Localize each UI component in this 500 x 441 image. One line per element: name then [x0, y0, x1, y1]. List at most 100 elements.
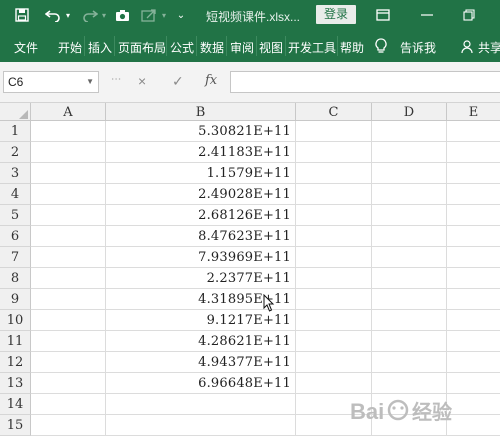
cell-a4[interactable] — [31, 184, 106, 205]
cell-e10[interactable] — [447, 310, 500, 331]
enter-icon[interactable]: ✓ — [172, 73, 184, 90]
cell-d8[interactable] — [372, 268, 447, 289]
cell-d2[interactable] — [372, 142, 447, 163]
cell-d12[interactable] — [372, 352, 447, 373]
cell-a14[interactable] — [31, 394, 106, 415]
cell-b14[interactable] — [106, 394, 296, 415]
cell-e3[interactable] — [447, 163, 500, 184]
tab-developer[interactable]: 开发工具 — [288, 39, 336, 56]
person-icon[interactable] — [460, 39, 474, 55]
row-header[interactable]: 8 — [0, 268, 31, 289]
cell-c12[interactable] — [296, 352, 372, 373]
cell-b15[interactable] — [106, 415, 296, 436]
cell-b4[interactable]: 2.49028E+11 — [106, 184, 296, 205]
row-header[interactable]: 13 — [0, 373, 31, 394]
tab-page-layout[interactable]: 页面布局 — [118, 39, 166, 56]
cell-c9[interactable] — [296, 289, 372, 310]
cell-b11[interactable]: 4.28621E+11 — [106, 331, 296, 352]
cell-d13[interactable] — [372, 373, 447, 394]
column-header-a[interactable]: A — [31, 103, 106, 121]
cell-d11[interactable] — [372, 331, 447, 352]
cell-a13[interactable] — [31, 373, 106, 394]
cell-b7[interactable]: 7.93969E+11 — [106, 247, 296, 268]
share-button[interactable]: 共享 — [478, 39, 500, 56]
share-icon[interactable] — [140, 7, 158, 23]
minimize-icon[interactable] — [420, 7, 434, 23]
tab-help[interactable]: 帮助 — [340, 39, 364, 56]
cell-e7[interactable] — [447, 247, 500, 268]
cell-b10[interactable]: 9.1217E+11 — [106, 310, 296, 331]
cell-c3[interactable] — [296, 163, 372, 184]
cell-c1[interactable] — [296, 121, 372, 142]
chevron-down-icon[interactable]: ▼ — [86, 72, 94, 92]
lightbulb-icon[interactable] — [374, 38, 388, 54]
row-header[interactable]: 9 — [0, 289, 31, 310]
row-header[interactable]: 3 — [0, 163, 31, 184]
cell-a15[interactable] — [31, 415, 106, 436]
undo-icon[interactable] — [44, 7, 62, 23]
row-header[interactable]: 12 — [0, 352, 31, 373]
row-header[interactable]: 14 — [0, 394, 31, 415]
cell-e12[interactable] — [447, 352, 500, 373]
row-header[interactable]: 7 — [0, 247, 31, 268]
select-all-button[interactable] — [0, 103, 31, 121]
cell-c6[interactable] — [296, 226, 372, 247]
customize-toolbar-icon[interactable]: ⌄ — [176, 7, 186, 23]
tab-review[interactable]: 审阅 — [230, 39, 254, 56]
cell-a12[interactable] — [31, 352, 106, 373]
cell-a9[interactable] — [31, 289, 106, 310]
cell-c5[interactable] — [296, 205, 372, 226]
cell-a8[interactable] — [31, 268, 106, 289]
cell-a6[interactable] — [31, 226, 106, 247]
column-header-c[interactable]: C — [296, 103, 372, 121]
save-icon[interactable] — [14, 7, 30, 23]
cell-e13[interactable] — [447, 373, 500, 394]
row-header[interactable]: 4 — [0, 184, 31, 205]
cell-a2[interactable] — [31, 142, 106, 163]
cell-b1[interactable]: 5.30821E+11 — [106, 121, 296, 142]
redo-icon[interactable] — [82, 7, 98, 23]
redo-dropdown-icon[interactable]: ▾ — [100, 7, 108, 23]
cell-d3[interactable] — [372, 163, 447, 184]
cell-e5[interactable] — [447, 205, 500, 226]
column-header-b[interactable]: B — [106, 103, 296, 121]
cell-d1[interactable] — [372, 121, 447, 142]
cell-b8[interactable]: 2.2377E+11 — [106, 268, 296, 289]
cell-e8[interactable] — [447, 268, 500, 289]
cell-c10[interactable] — [296, 310, 372, 331]
cell-d4[interactable] — [372, 184, 447, 205]
tell-me-search[interactable]: 告诉我 — [400, 39, 436, 56]
undo-dropdown-icon[interactable]: ▾ — [64, 7, 72, 23]
row-header[interactable]: 11 — [0, 331, 31, 352]
column-header-d[interactable]: D — [372, 103, 447, 121]
cell-d6[interactable] — [372, 226, 447, 247]
ribbon-display-options-icon[interactable] — [375, 7, 391, 23]
row-header[interactable]: 15 — [0, 415, 31, 436]
cell-b6[interactable]: 8.47623E+11 — [106, 226, 296, 247]
tab-view[interactable]: 视图 — [259, 39, 283, 56]
cell-c2[interactable] — [296, 142, 372, 163]
cell-c7[interactable] — [296, 247, 372, 268]
tab-file[interactable]: 文件 — [14, 39, 38, 56]
login-button[interactable]: 登录 — [316, 5, 356, 24]
cell-e9[interactable] — [447, 289, 500, 310]
restore-icon[interactable] — [462, 7, 476, 23]
cancel-icon[interactable]: × — [138, 73, 146, 89]
cell-b3[interactable]: 1.1579E+11 — [106, 163, 296, 184]
cell-a5[interactable] — [31, 205, 106, 226]
row-header[interactable]: 6 — [0, 226, 31, 247]
cell-a3[interactable] — [31, 163, 106, 184]
cell-e11[interactable] — [447, 331, 500, 352]
cell-a7[interactable] — [31, 247, 106, 268]
cell-d9[interactable] — [372, 289, 447, 310]
tab-data[interactable]: 数据 — [200, 39, 224, 56]
share-dropdown-icon[interactable]: ▾ — [160, 7, 168, 23]
cell-b5[interactable]: 2.68126E+11 — [106, 205, 296, 226]
cell-c8[interactable] — [296, 268, 372, 289]
cell-e2[interactable] — [447, 142, 500, 163]
cell-d10[interactable] — [372, 310, 447, 331]
row-header[interactable]: 5 — [0, 205, 31, 226]
cell-a1[interactable] — [31, 121, 106, 142]
cell-d7[interactable] — [372, 247, 447, 268]
tab-home[interactable]: 开始 — [58, 39, 82, 56]
